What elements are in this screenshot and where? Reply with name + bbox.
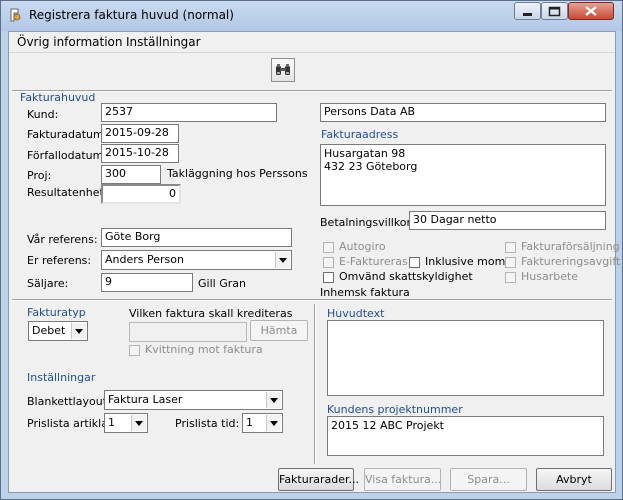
close-icon bbox=[585, 6, 597, 16]
search-button[interactable] bbox=[271, 58, 295, 82]
betalningsvillkor-input[interactable]: 30 Dagar netto bbox=[409, 211, 606, 230]
autogiro-checkbox[interactable] bbox=[323, 242, 334, 253]
kreditera-input[interactable] bbox=[129, 322, 247, 342]
huvudtext-textarea[interactable] bbox=[327, 320, 604, 396]
chevron-down-icon[interactable] bbox=[266, 392, 281, 408]
menu-bar: Övrig information Inställningar bbox=[9, 32, 615, 53]
saljare-label: Säljare: bbox=[27, 277, 69, 290]
fakturaadress-label: Fakturaadress bbox=[321, 128, 399, 141]
fakturatyp-label: Fakturatyp bbox=[27, 306, 86, 319]
toolbar-separator bbox=[12, 90, 612, 92]
projektnummer-textarea[interactable]: 2015 12 ABC Projekt bbox=[327, 416, 604, 456]
faktureringsavgift-label: Faktureringsavgift bbox=[521, 255, 621, 268]
saljare-input[interactable]: 9 bbox=[101, 273, 193, 292]
proj-input[interactable]: 300 bbox=[101, 165, 161, 184]
blankettlayout-label: Blankettlayout: bbox=[27, 395, 111, 408]
button-bar: Fakturarader... Visa faktura... Spara...… bbox=[9, 464, 615, 492]
resultatenhet-input[interactable]: 0 bbox=[101, 184, 181, 204]
hamta-button[interactable]: Hämta bbox=[250, 320, 308, 341]
title-bar: Registrera faktura huvud (normal) bbox=[1, 1, 622, 31]
saljare-name: Gill Gran bbox=[198, 277, 246, 290]
kund-label: Kund: bbox=[27, 108, 59, 121]
kvittning-label: Kvittning mot faktura bbox=[145, 343, 263, 356]
minimize-button[interactable] bbox=[514, 2, 541, 20]
betalningsvillkor-label: Betalningsvillkor: bbox=[320, 216, 415, 229]
forfallodatum-input[interactable]: 2015-10-28 bbox=[101, 144, 179, 163]
er-referens-label: Er referens: bbox=[27, 254, 92, 267]
kreditera-label: Vilken faktura skall krediteras bbox=[129, 307, 293, 320]
vertical-separator bbox=[314, 304, 316, 464]
prislista-tid-select[interactable]: 1 bbox=[242, 413, 283, 433]
er-referens-value: Anders Person bbox=[105, 253, 184, 266]
maximize-button[interactable] bbox=[541, 2, 568, 20]
menu-installningar[interactable]: Inställningar bbox=[126, 35, 201, 49]
minimize-icon bbox=[523, 13, 532, 16]
projektnummer-label: Kundens projektnummer bbox=[327, 403, 463, 416]
fakturaforsaljning-label: Fakturaförsäljning bbox=[521, 240, 620, 253]
er-referens-select[interactable]: Anders Person bbox=[101, 250, 292, 270]
fakturadatum-input[interactable]: 2015-09-28 bbox=[101, 124, 179, 143]
inklusive-moms-label: Inklusive moms bbox=[425, 255, 512, 268]
visa-faktura-button[interactable]: Visa faktura... bbox=[364, 468, 441, 491]
husarbete-label: Husarbete bbox=[521, 270, 579, 283]
chevron-down-icon[interactable] bbox=[71, 323, 86, 339]
inklusive-moms-checkbox[interactable] bbox=[409, 257, 420, 268]
installningar-label: Inställningar bbox=[27, 371, 96, 384]
chevron-down-icon[interactable] bbox=[275, 252, 290, 268]
fakturadatum-label: Fakturadatum: bbox=[27, 128, 108, 141]
chevron-down-icon[interactable] bbox=[266, 415, 281, 431]
proj-name: Takläggning hos Perssons bbox=[167, 167, 308, 180]
blankettlayout-select[interactable]: Faktura Laser bbox=[104, 390, 283, 410]
efaktureras-label: E-Faktureras bbox=[339, 255, 408, 268]
fakturatyp-select[interactable]: Debet bbox=[28, 321, 88, 341]
kund-name-field: Persons Data AB bbox=[320, 103, 606, 122]
huvudtext-label: Huvudtext bbox=[327, 307, 385, 320]
prislista-tid-value: 1 bbox=[246, 416, 253, 429]
app-icon bbox=[10, 8, 21, 22]
var-referens-input[interactable]: Göte Borg bbox=[101, 228, 292, 247]
menu-ovrig-information[interactable]: Övrig information bbox=[17, 35, 123, 49]
close-button[interactable] bbox=[568, 2, 614, 20]
chevron-down-icon[interactable] bbox=[131, 415, 146, 431]
prislista-artiklar-value: 1 bbox=[108, 416, 115, 429]
app-window: Registrera faktura huvud (normal) Övrig … bbox=[0, 0, 623, 500]
fakturaforsaljning-checkbox[interactable] bbox=[505, 242, 516, 253]
prislista-artiklar-label: Prislista artiklar: bbox=[27, 417, 116, 430]
autogiro-label: Autogiro bbox=[339, 240, 386, 253]
group-title-fakturahuvud: Fakturahuvud bbox=[20, 91, 96, 104]
forfallodatum-label: Förfallodatum: bbox=[27, 149, 108, 162]
inhemsk-faktura-label: Inhemsk faktura bbox=[320, 286, 410, 299]
prislista-tid-label: Prislista tid: bbox=[175, 417, 240, 430]
faktureringsavgift-checkbox[interactable] bbox=[505, 257, 516, 268]
var-referens-label: Vår referens: bbox=[27, 233, 98, 246]
omvand-skattskyldighet-label: Omvänd skattskyldighet bbox=[339, 270, 473, 283]
window-title: Registrera faktura huvud (normal) bbox=[29, 8, 234, 22]
resultatenhet-label: Resultatenhet: bbox=[27, 186, 108, 199]
maximize-icon bbox=[548, 6, 561, 17]
prislista-artiklar-select[interactable]: 1 bbox=[104, 413, 148, 433]
fakturatyp-value: Debet bbox=[32, 324, 66, 337]
fakturarader-button[interactable]: Fakturarader... bbox=[278, 468, 359, 491]
fakturaadress-textarea[interactable]: Husargatan 98 432 23 Göteborg bbox=[320, 144, 606, 206]
kund-input[interactable]: 2537 bbox=[101, 103, 277, 122]
kvittning-checkbox[interactable] bbox=[129, 345, 140, 356]
efaktureras-checkbox[interactable] bbox=[323, 257, 334, 268]
binoculars-icon bbox=[276, 64, 290, 75]
husarbete-checkbox[interactable] bbox=[505, 272, 516, 283]
mid-separator bbox=[12, 299, 612, 301]
blankettlayout-value: Faktura Laser bbox=[108, 393, 183, 406]
client-area: Övrig information Inställningar Fakturah… bbox=[8, 31, 620, 493]
omvand-skattskyldighet-checkbox[interactable] bbox=[323, 272, 334, 283]
spara-button[interactable]: Spara... bbox=[450, 468, 527, 491]
avbryt-button[interactable]: Avbryt bbox=[536, 468, 612, 491]
proj-label: Proj: bbox=[27, 169, 52, 182]
